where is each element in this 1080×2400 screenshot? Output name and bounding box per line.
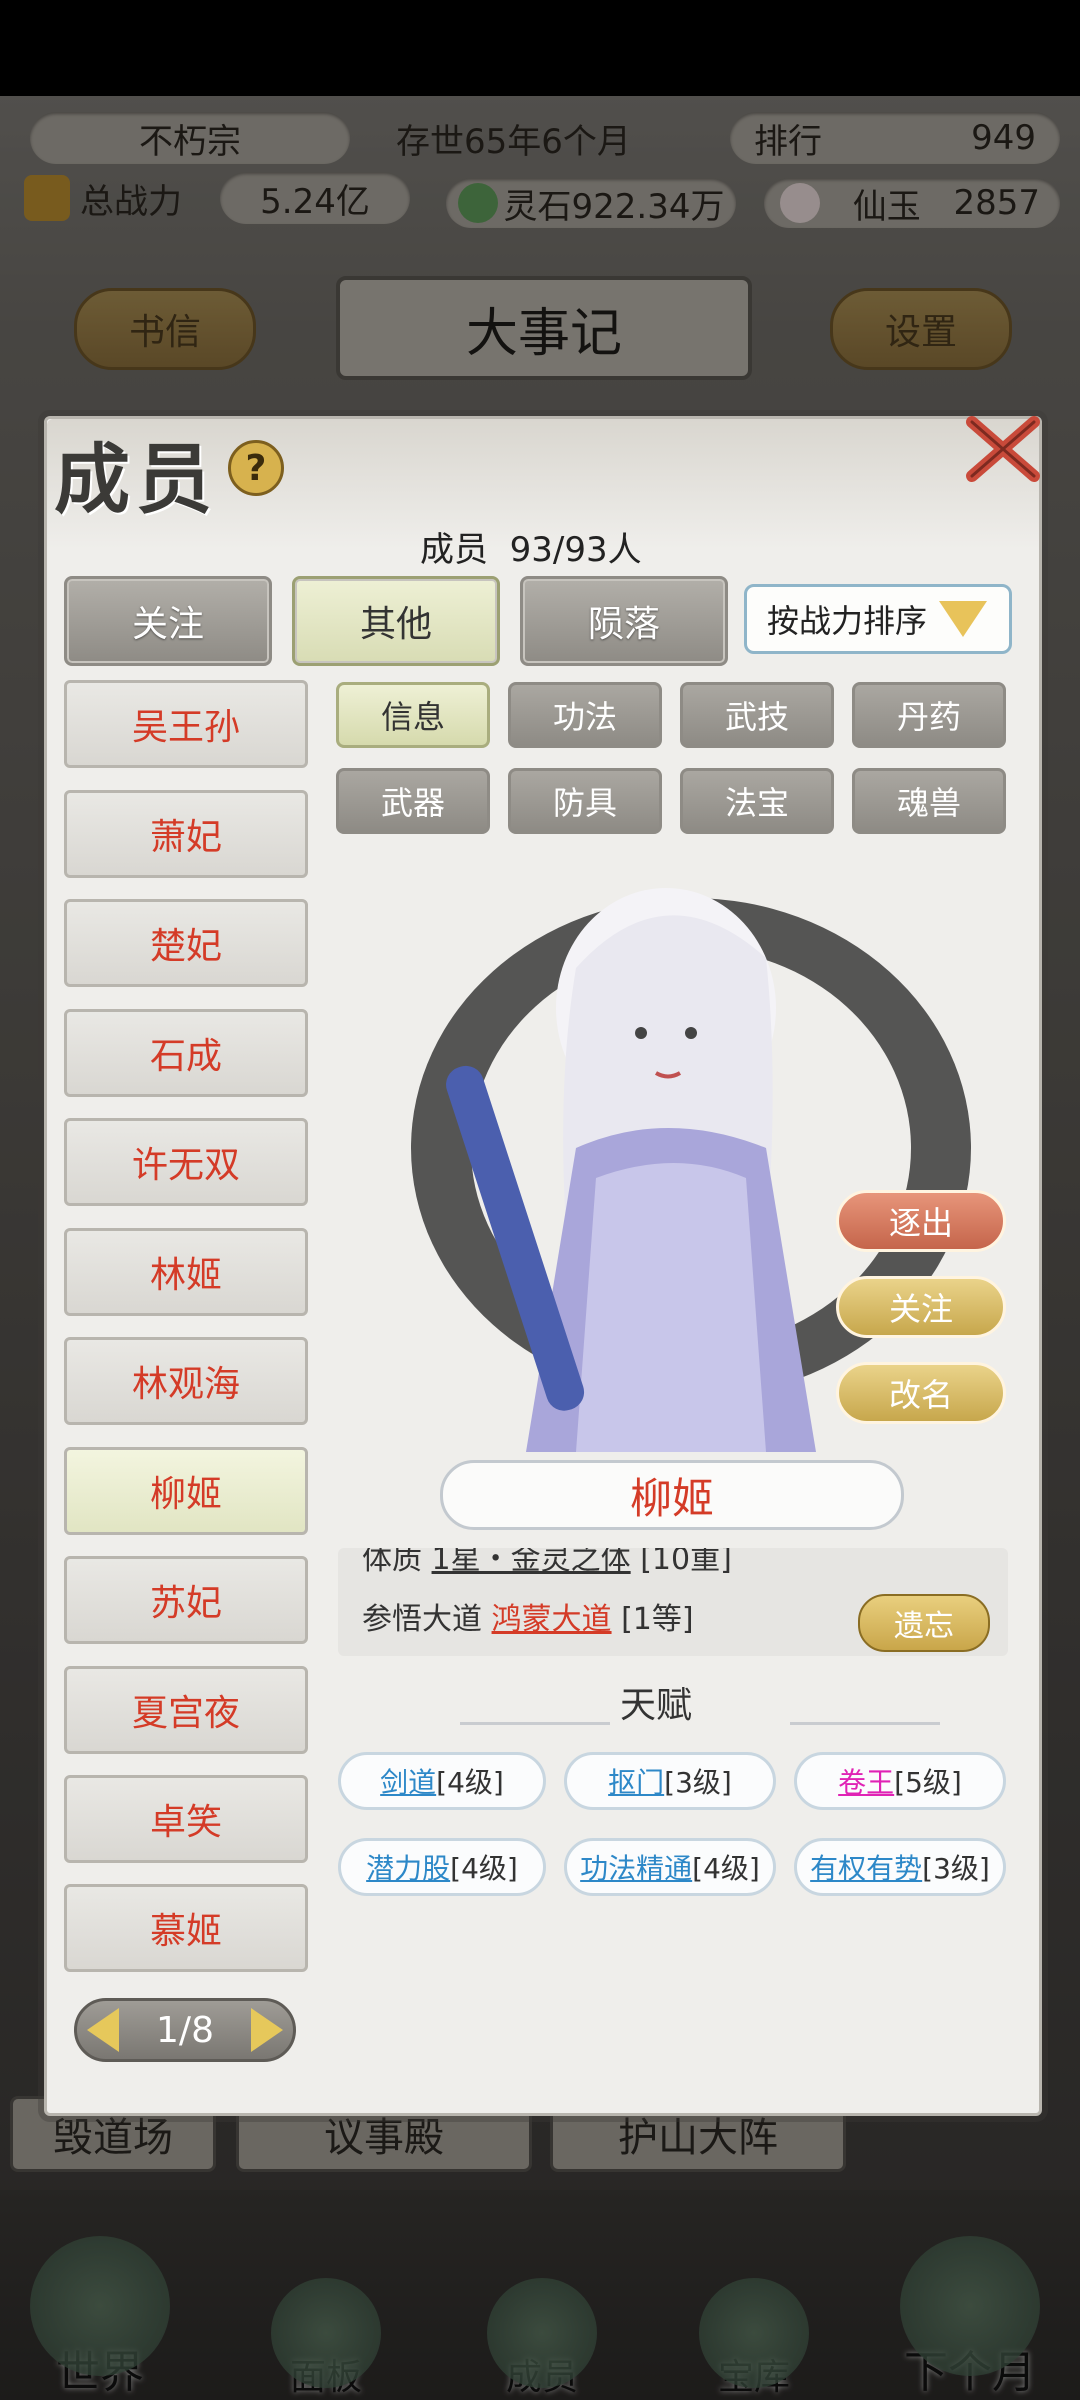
- talent-item[interactable]: 功法精通 [4级]: [564, 1838, 776, 1896]
- talent-item[interactable]: 抠门 [3级]: [564, 1752, 776, 1810]
- dao-link[interactable]: 鸿蒙大道: [492, 1602, 612, 1637]
- selected-member-name: 柳姬: [440, 1460, 904, 1530]
- member-item[interactable]: 许无双: [64, 1118, 308, 1206]
- member-item[interactable]: 吴王孙: [64, 680, 308, 768]
- member-item[interactable]: 林姬: [64, 1228, 308, 1316]
- subtab-martial-skills[interactable]: 武技: [680, 682, 834, 748]
- tab-other[interactable]: 其他: [292, 576, 500, 666]
- next-page-icon[interactable]: [251, 2008, 283, 2052]
- constitution-row: 体质 1星・金灵之体 [10重]: [362, 1548, 732, 1578]
- member-item[interactable]: 萧妃: [64, 790, 308, 878]
- talent-item[interactable]: 剑道 [4级]: [338, 1752, 546, 1810]
- talent-item[interactable]: 有权有势 [3级]: [794, 1838, 1006, 1896]
- pager: 1/8: [74, 1998, 296, 2062]
- dao-row: 参悟大道 鸿蒙大道 [1等]: [362, 1602, 694, 1637]
- expel-button[interactable]: 逐出: [836, 1190, 1006, 1252]
- member-item[interactable]: 石成: [64, 1009, 308, 1097]
- member-item[interactable]: 卓笑: [64, 1775, 308, 1863]
- help-icon[interactable]: ?: [228, 440, 284, 496]
- forget-button[interactable]: 遗忘: [858, 1594, 990, 1652]
- subtab-techniques[interactable]: 功法: [508, 682, 662, 748]
- divider: [460, 1678, 610, 1725]
- member-item[interactable]: 苏妃: [64, 1556, 308, 1644]
- talent-item[interactable]: 潜力股 [4级]: [338, 1838, 546, 1896]
- prev-page-icon[interactable]: [87, 2008, 119, 2052]
- subtab-treasure[interactable]: 法宝: [680, 768, 834, 834]
- sort-label: 按战力排序: [767, 602, 928, 640]
- rename-button[interactable]: 改名: [836, 1362, 1006, 1424]
- talent-item[interactable]: 卷王 [5级]: [794, 1752, 1006, 1810]
- subtab-pills[interactable]: 丹药: [852, 682, 1006, 748]
- member-item[interactable]: 慕姬: [64, 1884, 308, 1972]
- constitution-link[interactable]: 1星・金灵之体: [432, 1548, 631, 1577]
- panel-title: 成员: [54, 435, 218, 524]
- subtab-weapon[interactable]: 武器: [336, 768, 490, 834]
- tab-fallen[interactable]: 陨落: [520, 576, 728, 666]
- status-bar: [0, 0, 1080, 96]
- talent-title: 天赋: [620, 1685, 693, 1726]
- member-item[interactable]: 楚妃: [64, 899, 308, 987]
- member-item-selected[interactable]: 柳姬: [64, 1447, 308, 1535]
- sort-dropdown[interactable]: 按战力排序: [744, 584, 1012, 654]
- tab-follow[interactable]: 关注: [64, 576, 272, 666]
- dropdown-triangle-icon: [939, 601, 988, 637]
- member-count: 成员 93/93人: [420, 530, 642, 570]
- subtab-armor[interactable]: 防具: [508, 768, 662, 834]
- page-indicator: 1/8: [156, 2009, 214, 2051]
- follow-button[interactable]: 关注: [836, 1276, 1006, 1338]
- subtab-soul-beast[interactable]: 魂兽: [852, 768, 1006, 834]
- member-item[interactable]: 夏宫夜: [64, 1666, 308, 1754]
- close-icon[interactable]: [958, 404, 1048, 494]
- member-item[interactable]: 林观海: [64, 1337, 308, 1425]
- subtab-info[interactable]: 信息: [336, 682, 490, 748]
- divider: [790, 1678, 940, 1725]
